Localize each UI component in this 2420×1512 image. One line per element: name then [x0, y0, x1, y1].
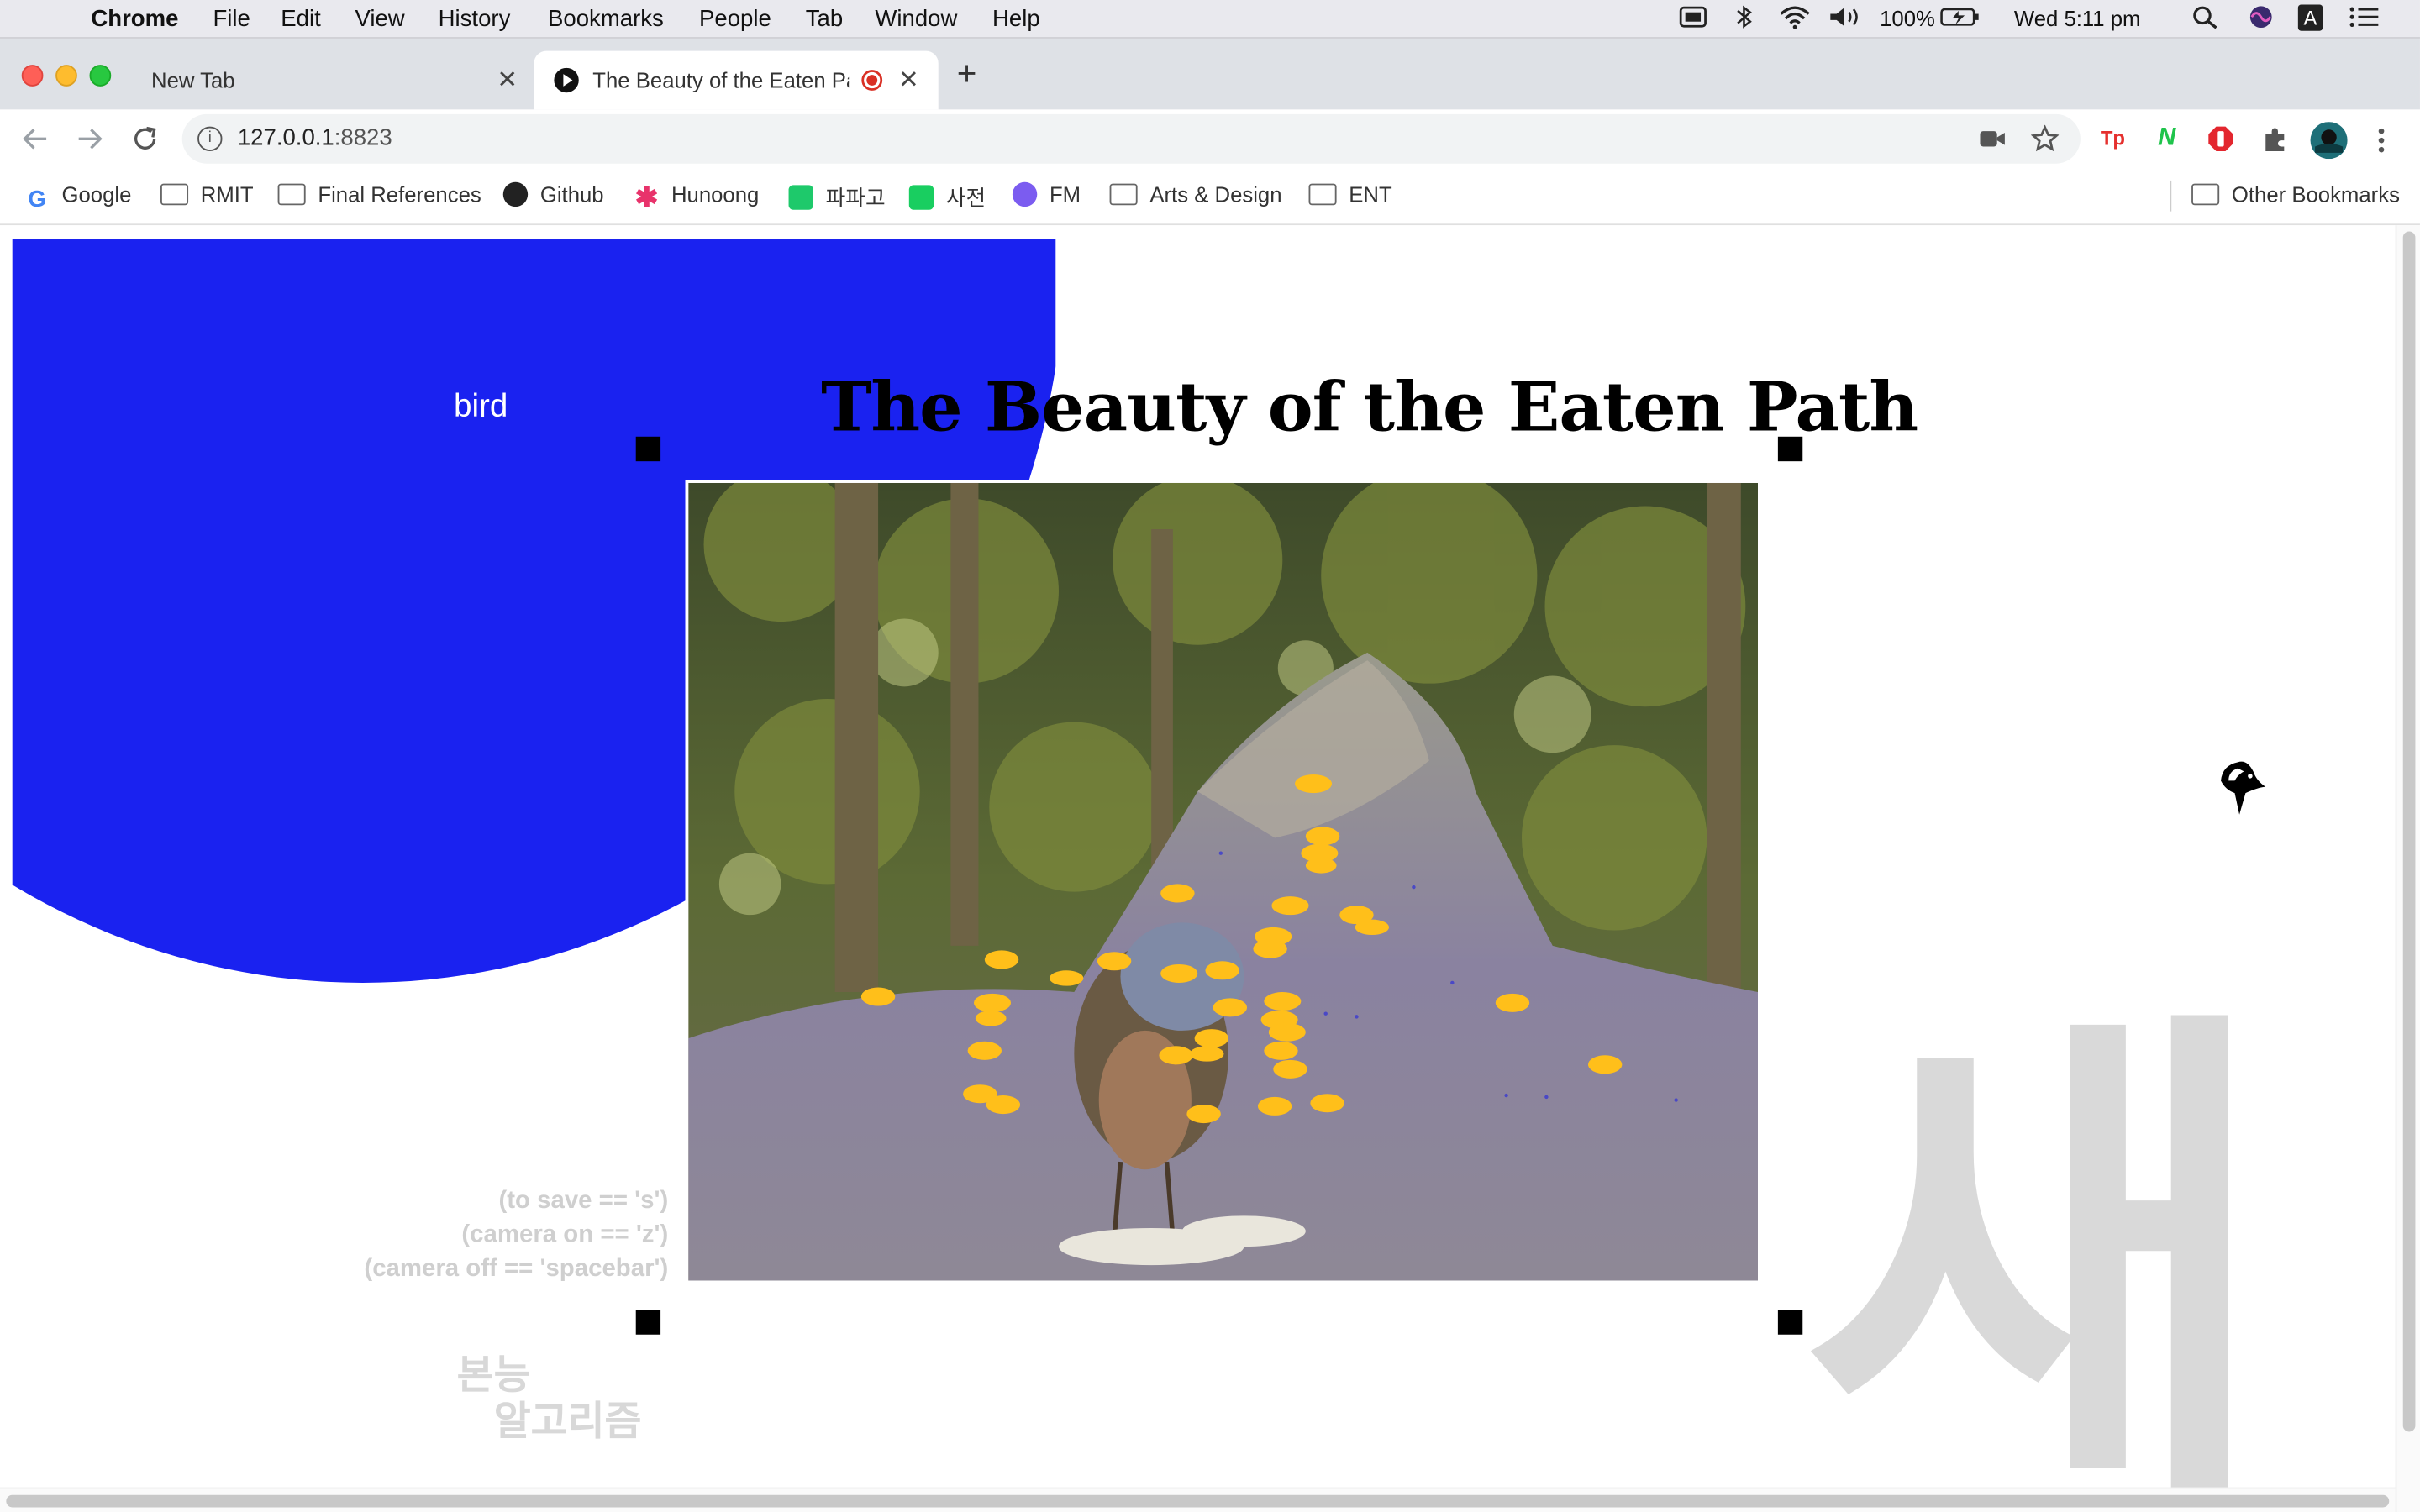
- page-viewport: bird The Beauty of the Eaten Path (to sa…: [0, 225, 2420, 1512]
- back-arrow-icon[interactable]: [22, 127, 50, 151]
- bookmark-fm[interactable]: FM: [1012, 181, 1081, 207]
- tab-eaten-path[interactable]: The Beauty of the Eaten Pa ✕: [534, 50, 939, 110]
- volume-icon[interactable]: [1828, 5, 1865, 29]
- frame-handle-top-right[interactable]: [1777, 436, 1803, 462]
- folder-icon: [1308, 183, 1337, 206]
- camera-in-use-icon[interactable]: [1979, 128, 2007, 150]
- address-bar[interactable]: i 127.0.0.1:8823: [182, 113, 2081, 164]
- extensions-puzzle-icon[interactable]: [2261, 125, 2289, 153]
- horizontal-scrollbar-thumb[interactable]: [6, 1494, 2390, 1508]
- menu-tab[interactable]: Tab: [806, 6, 843, 32]
- bookmarks-bar: G Google RMIT Final References Github ✱ Hu…: [0, 168, 2420, 226]
- browser-toolbar: i 127.0.0.1:8823 Tp N: [0, 109, 2420, 169]
- menu-history[interactable]: History: [439, 6, 511, 32]
- korean-text-algorithm: 알고리즘: [493, 1399, 642, 1446]
- notification-center-icon[interactable]: [2349, 5, 2380, 29]
- bookmark-star-icon[interactable]: [2031, 124, 2060, 153]
- korean-big-glyph: 새: [1802, 981, 2271, 1505]
- reload-icon[interactable]: [131, 125, 159, 153]
- tab-close-icon[interactable]: ✕: [898, 65, 919, 96]
- bookmark-google[interactable]: G Google: [24, 182, 131, 213]
- spotlight-search-icon[interactable]: [2191, 5, 2219, 29]
- folder-icon: [2191, 183, 2220, 206]
- bluetooth-icon[interactable]: [1730, 5, 1758, 29]
- folder-icon: [1109, 183, 1138, 206]
- frame-handle-bottom-right[interactable]: [1777, 1310, 1803, 1335]
- menu-window[interactable]: Window: [875, 6, 957, 32]
- bookmark-other-bookmarks[interactable]: Other Bookmarks: [2191, 182, 2400, 207]
- horizontal-scrollbar[interactable]: [0, 1487, 2396, 1512]
- camera-feed: [688, 482, 1759, 1281]
- url-text[interactable]: 127.0.0.1:8823: [238, 125, 392, 151]
- hint-camera-off: (camera off == 'spacebar'): [364, 1256, 669, 1283]
- menu-view[interactable]: View: [355, 6, 404, 32]
- bookmark-dictionary[interactable]: 사전: [908, 182, 986, 213]
- extension-adblock-icon[interactable]: [2207, 125, 2234, 153]
- hint-save: (to save == 's'): [498, 1188, 669, 1215]
- input-source-indicator[interactable]: A: [2297, 4, 2323, 31]
- bookmark-final-references[interactable]: Final References: [277, 182, 481, 207]
- bookmark-hunoong[interactable]: ✱ Hunoong: [634, 181, 760, 213]
- classification-label: bird: [453, 388, 508, 425]
- bookmark-github[interactable]: Github: [502, 181, 604, 207]
- tab-title: The Beauty of the Eaten Pa: [592, 67, 850, 93]
- bookmark-papago[interactable]: 파파고: [788, 182, 886, 213]
- folder-icon: [160, 183, 189, 206]
- clock[interactable]: Wed 5:11 pm: [2014, 6, 2141, 30]
- tab-close-icon[interactable]: ✕: [497, 65, 518, 96]
- bookmark-rmit[interactable]: RMIT: [160, 182, 254, 207]
- menu-edit[interactable]: Edit: [281, 6, 320, 32]
- page-title: The Beauty of the Eaten Path: [821, 368, 1918, 448]
- close-window-button[interactable]: [21, 65, 44, 87]
- menu-app-name[interactable]: Chrome: [91, 6, 178, 32]
- forward-arrow-icon[interactable]: [76, 127, 103, 151]
- site-info-icon[interactable]: i: [197, 126, 223, 151]
- camera-frame: [685, 480, 1761, 1284]
- extension-n-icon[interactable]: N: [2153, 125, 2181, 153]
- svg-text:새: 새: [1802, 981, 2271, 1505]
- battery-percent: 100%: [1880, 6, 1935, 31]
- siri-icon[interactable]: [2247, 5, 2275, 29]
- papago-icon: [788, 185, 813, 210]
- bird-cursor-icon: [2221, 761, 2266, 815]
- bookmarks-divider: [2170, 180, 2172, 212]
- menu-help[interactable]: Help: [992, 6, 1040, 32]
- vertical-scrollbar-thumb[interactable]: [2402, 231, 2416, 1432]
- macos-menu-bar: Chrome File Edit View History Bookmarks …: [0, 0, 2420, 39]
- frame-handle-bottom-left[interactable]: [635, 1310, 661, 1335]
- asterisk-icon: ✱: [634, 181, 659, 213]
- google-icon: G: [28, 186, 46, 213]
- recording-indicator-icon: [861, 70, 883, 91]
- github-icon: [502, 181, 529, 207]
- extension-tp-icon[interactable]: Tp: [2099, 125, 2127, 153]
- new-tab-button[interactable]: +: [957, 54, 977, 94]
- menu-bookmarks[interactable]: Bookmarks: [548, 6, 664, 32]
- tab-title: New Tab: [150, 67, 235, 93]
- bookmark-arts-design[interactable]: Arts & Design: [1109, 182, 1282, 207]
- folder-icon: [277, 183, 306, 206]
- hint-camera-on: (camera on == 'z'): [461, 1221, 669, 1248]
- vertical-scrollbar[interactable]: [2395, 225, 2420, 1512]
- minimize-window-button[interactable]: [55, 65, 77, 87]
- tab-new-tab[interactable]: New Tab ✕: [129, 51, 531, 110]
- dictionary-icon: [908, 185, 934, 210]
- frame-handle-top-left[interactable]: [635, 436, 661, 462]
- bookmark-ent[interactable]: ENT: [1308, 182, 1392, 207]
- profile-avatar[interactable]: [2310, 122, 2348, 160]
- battery-icon[interactable]: [1940, 5, 1981, 29]
- tab-strip: New Tab ✕ The Beauty of the Eaten Pa ✕ +: [0, 38, 2420, 110]
- messenger-icon: [1012, 181, 1038, 207]
- zoom-window-button[interactable]: [89, 65, 112, 87]
- chrome-menu-icon[interactable]: [2374, 127, 2389, 155]
- wifi-icon[interactable]: [1778, 5, 1812, 29]
- display-icon[interactable]: [1679, 5, 1707, 29]
- tab-favicon-icon: [554, 67, 579, 93]
- menu-file[interactable]: File: [213, 6, 250, 32]
- menu-people[interactable]: People: [699, 6, 771, 32]
